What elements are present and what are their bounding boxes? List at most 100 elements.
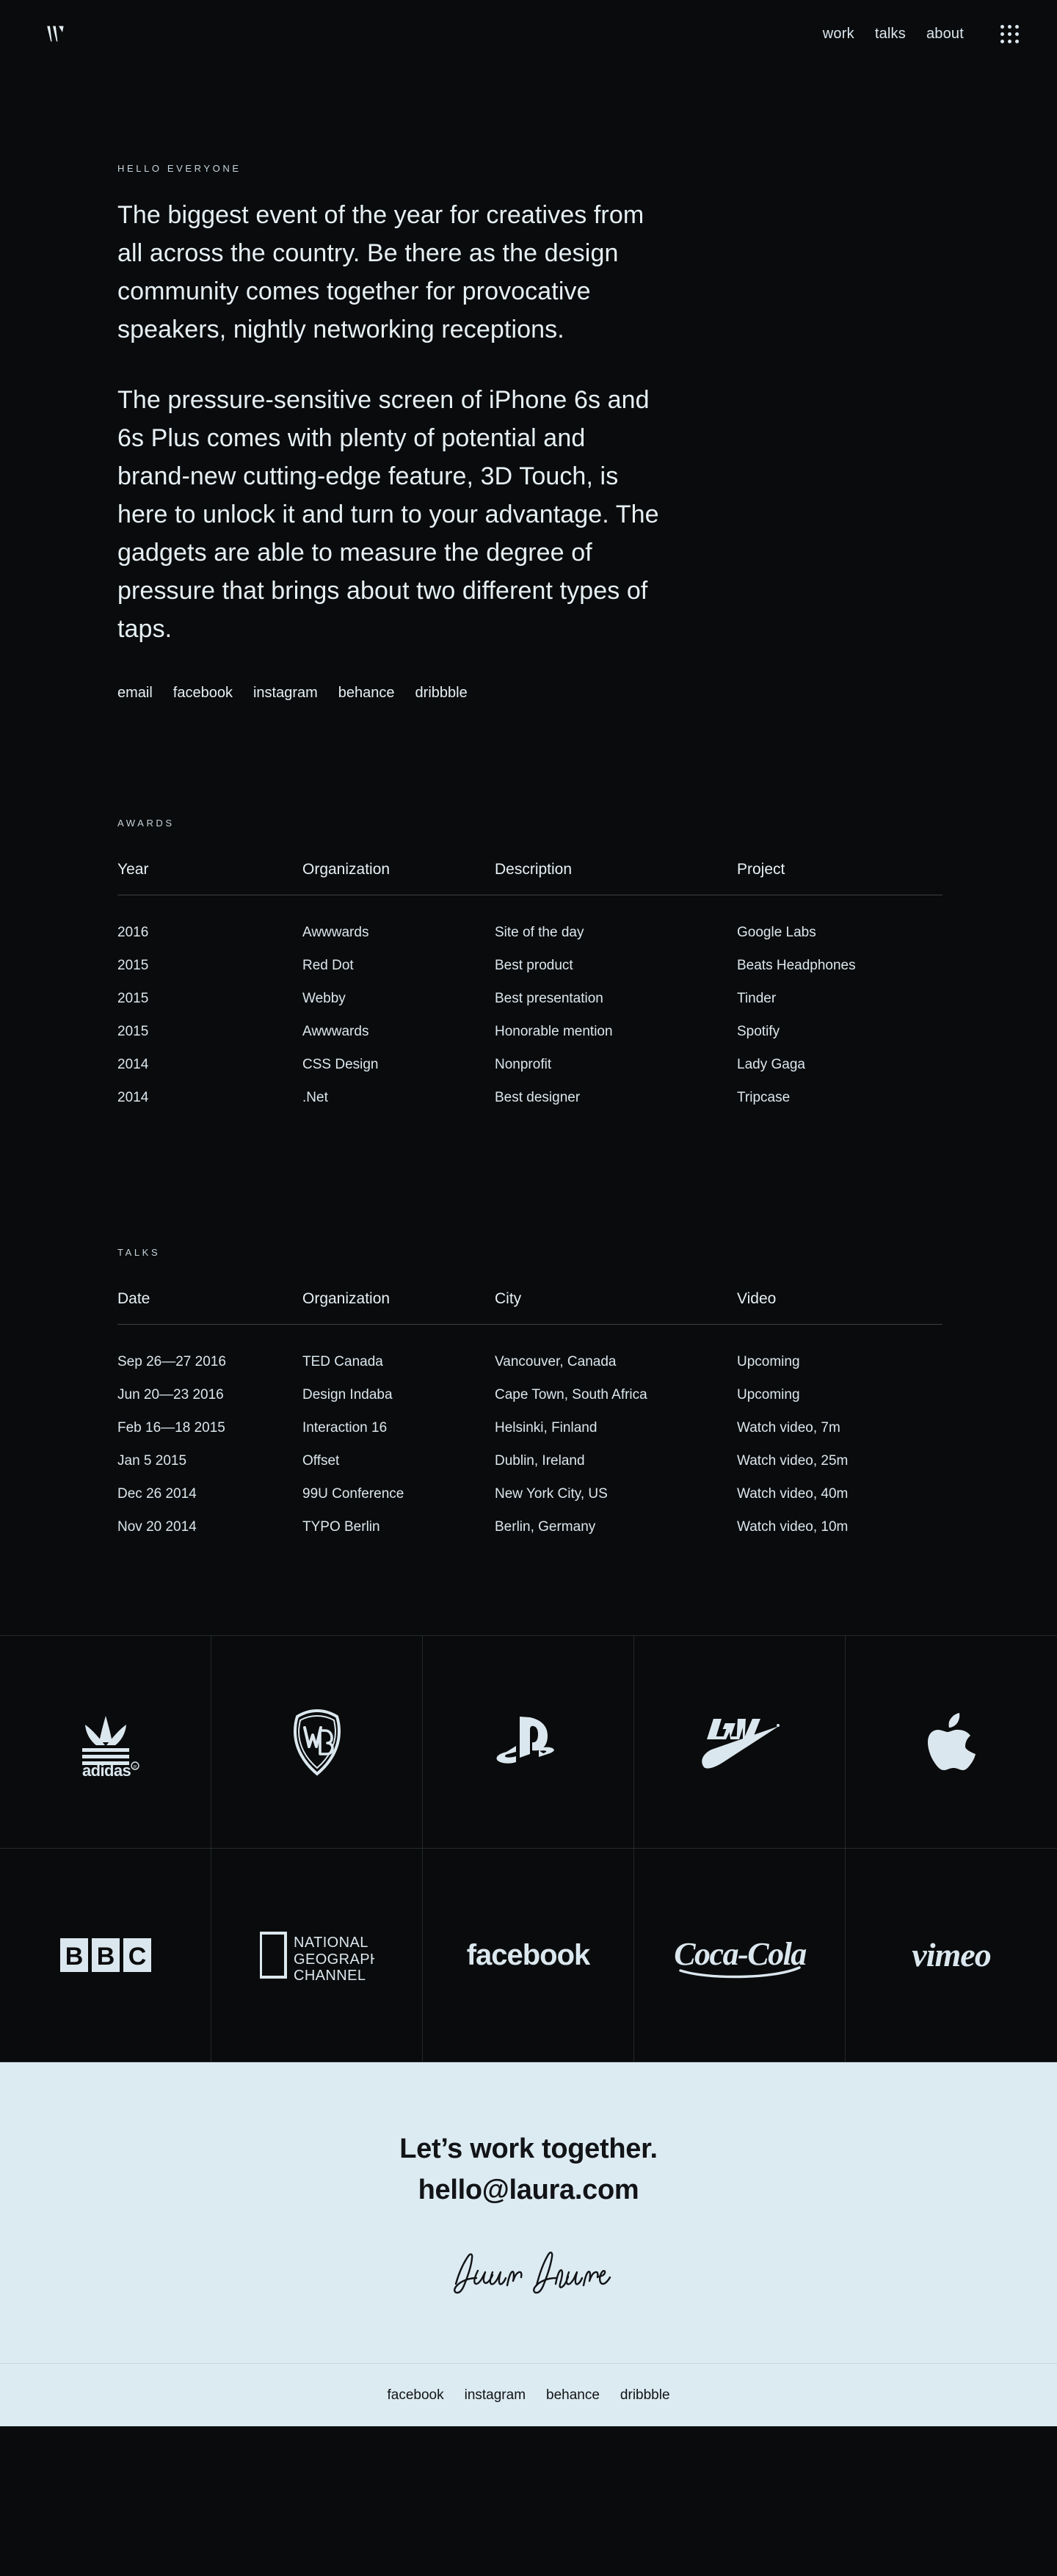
talks-body: Sep 26—27 2016 TED Canada Vancouver, Canad…	[117, 1325, 942, 1536]
svg-text:Coca-Cola: Coca-Cola	[674, 1936, 806, 1972]
talk-city: Cape Town, South Africa	[495, 1387, 647, 1402]
client-logo-bbc[interactable]: B B C	[0, 1849, 211, 2062]
awards-section: AWARDS Year Organization Description Pro…	[0, 818, 1057, 1106]
dot	[1000, 39, 1004, 43]
award-desc: Best presentation	[495, 991, 603, 1006]
talks-col-video: Video	[737, 1290, 942, 1325]
talk-video[interactable]: Watch video, 25m	[737, 1436, 942, 1469]
svg-text:CHANNEL: CHANNEL	[294, 1968, 366, 1982]
table-row: Jan 5 2015 Offset Dublin, Ireland Watch vid…	[117, 1436, 942, 1469]
client-logo-adidas[interactable]: adidas R	[0, 1636, 211, 1849]
cta-headline-group: Let’s work together. hello@laura.com	[0, 2128, 1057, 2211]
site-footer: facebook instagram behance dribbble	[0, 2363, 1057, 2426]
talk-city: Berlin, Germany	[495, 1519, 596, 1535]
table-row: 2014 .Net Best designer Tripcase	[117, 1073, 942, 1106]
client-logo-warner-bros[interactable]	[211, 1636, 423, 1849]
apple-logo-icon	[927, 1712, 976, 1772]
awards-col-year: Year	[117, 861, 302, 895]
footer-link-facebook[interactable]: facebook	[387, 2387, 443, 2404]
award-org: Red Dot	[302, 958, 354, 973]
footer-link-dribbble[interactable]: dribbble	[620, 2387, 670, 2404]
talk-org: Design Indaba	[302, 1387, 393, 1402]
social-link-dribbble[interactable]: dribbble	[415, 685, 468, 702]
talk-video[interactable]: Watch video, 10m	[737, 1502, 942, 1535]
talks-table: Date Organization City Video Sep 26—27 2…	[117, 1290, 942, 1535]
client-logo-vimeo[interactable]: vimeo	[846, 1849, 1057, 2062]
table-row: 2015 Awwwards Honorable mention Spotify	[117, 1007, 942, 1040]
talk-date: Jun 20—23 2016	[117, 1387, 224, 1402]
awards-body: 2016 Awwwards Site of the day Google Labs 20…	[117, 895, 942, 1107]
award-org: Awwwards	[302, 1024, 369, 1039]
award-desc: Honorable mention	[495, 1024, 613, 1039]
awards-header-row: Year Organization Description Project	[117, 861, 942, 895]
svg-text:adidas: adidas	[82, 1761, 131, 1778]
table-row: 2015 Red Dot Best product Beats Headphones	[117, 941, 942, 974]
dot	[1008, 32, 1011, 36]
talk-video: Upcoming	[737, 1354, 800, 1369]
talk-date: Nov 20 2014	[117, 1519, 197, 1535]
intro-paragraph-1: The biggest event of the year for creati…	[117, 201, 644, 343]
cta-headline: Let’s work together.	[399, 2133, 658, 2164]
table-row: 2015 Webby Best presentation Tinder	[117, 974, 942, 1007]
client-logo-nike[interactable]	[634, 1636, 846, 1849]
talk-video: Upcoming	[737, 1387, 800, 1402]
main-nav: work talks about	[823, 24, 1019, 43]
talks-section: TALKS Date Organization City Video Sep 2…	[0, 1247, 1057, 1535]
award-project: Google Labs	[737, 925, 816, 940]
warner-bros-logo-icon	[290, 1709, 344, 1776]
award-project: Spotify	[737, 1024, 780, 1039]
national-geographic-logo-icon: NATIONAL GEOGRAPHIC CHANNEL	[259, 1929, 374, 1982]
table-row: Sep 26—27 2016 TED Canada Vancouver, Canad…	[117, 1325, 942, 1371]
awards-label: AWARDS	[117, 818, 175, 829]
coca-cola-logo-icon: Coca-Cola	[670, 1929, 810, 1981]
nav-item-talks[interactable]: talks	[875, 26, 906, 43]
talk-video[interactable]: Watch video, 40m	[737, 1469, 942, 1502]
talk-city: New York City, US	[495, 1486, 608, 1502]
award-org: CSS Design	[302, 1057, 379, 1072]
nike-logo-icon	[697, 1714, 783, 1770]
award-project: Beats Headphones	[737, 958, 856, 973]
client-logo-playstation[interactable]	[423, 1636, 634, 1849]
awards-col-org: Organization	[302, 861, 495, 895]
table-row: Jun 20—23 2016 Design Indaba Cape Town, So…	[117, 1370, 942, 1403]
svg-text:vimeo: vimeo	[912, 1936, 990, 1973]
talk-video[interactable]: Watch video, 7m	[737, 1403, 942, 1436]
nav-item-about[interactable]: about	[926, 26, 964, 43]
talk-city: Helsinki, Finland	[495, 1420, 597, 1436]
footer-link-behance[interactable]: behance	[546, 2387, 600, 2404]
social-link-facebook[interactable]: facebook	[173, 685, 233, 702]
award-year: 2015	[117, 958, 149, 973]
adidas-logo-icon: adidas R	[66, 1707, 145, 1778]
nav-item-work[interactable]: work	[823, 26, 854, 43]
talk-city: Dublin, Ireland	[495, 1453, 585, 1469]
talk-org: Interaction 16	[302, 1420, 388, 1436]
award-desc: Best product	[495, 958, 573, 973]
award-project: Lady Gaga	[737, 1057, 805, 1072]
social-link-behance[interactable]: behance	[338, 685, 395, 702]
site-header: work talks about	[0, 0, 1057, 68]
award-desc: Nonprofit	[495, 1057, 552, 1072]
table-row: 2016 Awwwards Site of the day Google Labs	[117, 895, 942, 942]
award-org: Webby	[302, 991, 346, 1006]
social-link-instagram[interactable]: instagram	[253, 685, 318, 702]
cta-email-link[interactable]: hello@laura.com	[0, 2169, 1057, 2211]
social-link-email[interactable]: email	[117, 685, 153, 702]
client-logo-coca-cola[interactable]: Coca-Cola	[634, 1849, 846, 2062]
dot	[1015, 24, 1019, 29]
grid-dots-icon[interactable]	[1000, 24, 1019, 43]
talks-label: TALKS	[117, 1247, 161, 1258]
dot	[1015, 39, 1019, 43]
svg-text:B: B	[96, 1943, 115, 1971]
talk-date: Jan 5 2015	[117, 1453, 187, 1469]
playstation-logo-icon	[493, 1715, 564, 1769]
dot	[1000, 32, 1004, 36]
client-logo-apple[interactable]	[846, 1636, 1057, 1849]
award-year: 2014	[117, 1090, 149, 1105]
site-logo[interactable]	[41, 19, 70, 48]
footer-link-instagram[interactable]: instagram	[465, 2387, 526, 2404]
vimeo-logo-icon: vimeo	[890, 1934, 1013, 1976]
talk-org: 99U Conference	[302, 1486, 404, 1502]
client-logo-grid: adidas R B B C NATIONAL GEOGRAP CHANNEL …	[0, 1635, 1057, 2062]
client-logo-facebook[interactable]: facebook	[423, 1849, 634, 2062]
client-logo-national-geographic[interactable]: NATIONAL GEOGRAPHIC CHANNEL	[211, 1849, 423, 2062]
